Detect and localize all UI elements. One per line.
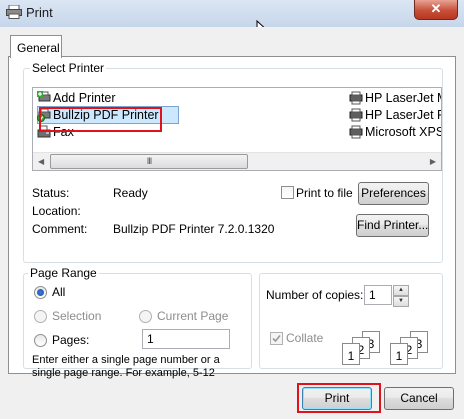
selection-radio[interactable] — [34, 310, 47, 323]
printer-icon — [349, 91, 363, 105]
select-printer-group: Select Printer Add Printer Bullzip PDF P… — [23, 61, 443, 263]
tab-general-label: General — [17, 41, 60, 55]
copies-input[interactable]: 1 — [364, 285, 392, 305]
pages-input-value: 1 — [147, 332, 154, 346]
comment-label: Comment: — [32, 222, 88, 236]
comment-value: Bullzip PDF Printer 7.2.0.1320 — [113, 222, 275, 236]
scroll-left-icon[interactable]: ◀ — [38, 157, 44, 166]
page-range-legend: Page Range — [28, 266, 99, 280]
collate-page: 1 — [390, 343, 408, 365]
copies-spinner[interactable]: ▲ ▼ — [393, 285, 409, 307]
title-bar: Print ✕ — [0, 0, 464, 41]
page-range-hint: Enter either a single page number or a s… — [32, 354, 220, 379]
status-label: Status: — [32, 186, 70, 200]
scroll-thumb[interactable]: III — [50, 154, 248, 169]
pages-input[interactable]: 1 — [142, 329, 230, 349]
scroll-right-icon[interactable]: ▶ — [430, 157, 436, 166]
pages-radio[interactable] — [34, 334, 47, 347]
highlight-annotation — [39, 107, 162, 132]
pages-label[interactable]: Pages: — [52, 333, 89, 347]
printer-icon — [349, 125, 363, 139]
copies-label: Number of copies: — [266, 288, 364, 302]
printer-label: Microsoft XPS — [365, 125, 442, 139]
spin-down-icon[interactable]: ▼ — [393, 296, 409, 307]
status-value: Ready — [113, 186, 148, 200]
horizontal-scrollbar[interactable]: ◀ III ▶ — [33, 152, 441, 170]
copies-input-value: 1 — [369, 288, 376, 302]
highlight-annotation — [297, 383, 381, 413]
general-panel: Select Printer Add Printer Bullzip PDF P… — [8, 56, 456, 379]
current-page-label[interactable]: Current Page — [157, 309, 228, 323]
cancel-button[interactable]: Cancel — [384, 387, 454, 410]
collate-illustration-2: 3 2 1 — [390, 331, 430, 367]
tab-general[interactable]: General — [10, 35, 62, 58]
check-mark-icon — [272, 334, 281, 343]
add-printer-icon — [37, 91, 51, 102]
printer-label: HP LaserJet M — [365, 91, 442, 105]
collate-checkbox[interactable] — [270, 332, 283, 345]
print-to-file-checkbox[interactable] — [281, 186, 294, 199]
spin-up-icon[interactable]: ▲ — [393, 285, 409, 296]
dialog-body: General Select Printer Add Printer Bullz… — [0, 27, 464, 419]
printer-label: HP LaserJet P2 — [365, 108, 441, 122]
collate-label[interactable]: Collate — [286, 331, 323, 345]
selection-label[interactable]: Selection — [52, 309, 101, 323]
print-to-file-label[interactable]: Print to file — [296, 186, 353, 200]
page-range-group: Page Range All Selection Current Page Pa… — [23, 266, 252, 379]
all-pages-label[interactable]: All — [52, 285, 65, 299]
select-printer-legend: Select Printer — [30, 61, 107, 75]
window-title: Print — [26, 5, 53, 20]
printer-icon — [6, 5, 22, 19]
copies-group: Number of copies: 1 ▲ ▼ Collate 3 2 1 3 — [259, 273, 443, 369]
location-label: Location: — [32, 204, 81, 218]
collate-page: 1 — [342, 343, 360, 365]
collate-illustration-1: 3 2 1 — [342, 331, 382, 367]
preferences-button[interactable]: Preferences — [358, 182, 429, 205]
close-button[interactable]: ✕ — [414, 0, 458, 20]
find-printer-button[interactable]: Find Printer... — [356, 214, 429, 237]
printer-label: Add Printer — [53, 91, 116, 105]
printer-icon — [349, 108, 363, 122]
all-pages-radio[interactable] — [34, 286, 47, 299]
current-page-radio[interactable] — [139, 310, 152, 323]
